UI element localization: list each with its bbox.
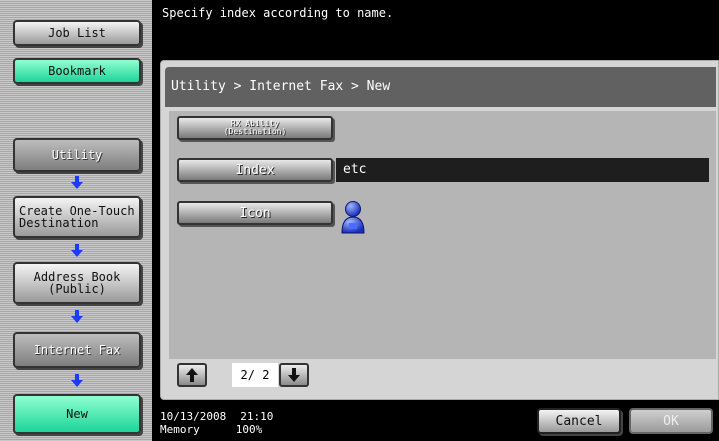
internet-fax-button[interactable]: Internet Fax	[13, 332, 141, 368]
breadcrumb: Utility > Internet Fax > New	[165, 67, 716, 107]
index-value-field: etc	[336, 158, 709, 182]
down-arrow-icon	[71, 244, 83, 257]
ok-label: OK	[663, 413, 679, 429]
cancel-label: Cancel	[555, 413, 603, 429]
down-arrow-icon	[71, 374, 83, 387]
main-panel: Utility > Internet Fax > New RX Ability …	[160, 60, 719, 400]
create-one-touch-label: Create One-Touch Destination	[19, 204, 135, 230]
down-arrow-icon	[288, 368, 300, 382]
icon-label: Icon	[239, 205, 271, 221]
internet-fax-label: Internet Fax	[33, 343, 121, 357]
cancel-button[interactable]: Cancel	[537, 408, 621, 434]
index-label: Index	[235, 162, 275, 178]
page-indicator: 2/ 2	[232, 363, 278, 387]
down-arrow-icon	[71, 310, 83, 323]
job-list-label: Job List	[48, 26, 106, 40]
utility-button[interactable]: Utility	[13, 138, 141, 172]
date-text: 10/13/2008	[160, 410, 227, 423]
page-down-button[interactable]	[279, 363, 309, 387]
status-footer: 10/13/2008 21:10 Memory 100%	[160, 410, 360, 441]
new-button[interactable]: New	[13, 394, 141, 434]
index-button[interactable]: Index	[177, 158, 333, 182]
address-book-public-button[interactable]: Address Book (Public)	[13, 262, 141, 304]
rx-ability-label: RX Ability (Destination)	[223, 119, 287, 136]
time-text: 21:10	[240, 410, 274, 423]
memory-label: Memory	[160, 423, 200, 436]
page-up-button[interactable]	[177, 363, 207, 387]
rx-ability-button[interactable]: RX Ability (Destination)	[177, 116, 333, 140]
new-label: New	[66, 407, 88, 421]
utility-label: Utility	[51, 148, 103, 162]
memory-value: 100%	[235, 423, 263, 436]
person-icon	[341, 201, 365, 234]
icon-button[interactable]: Icon	[177, 201, 333, 225]
address-book-label: Address Book (Public)	[33, 270, 121, 296]
ok-button[interactable]: OK	[629, 408, 713, 434]
create-one-touch-destination-button[interactable]: Create One-Touch Destination	[13, 196, 141, 238]
instruction-message: Specify index according to name.	[162, 6, 394, 20]
form-area: RX Ability (Destination) Index etc Icon	[169, 111, 716, 359]
job-list-button[interactable]: Job List	[13, 20, 141, 46]
bookmark-button[interactable]: Bookmark	[13, 58, 141, 84]
left-panel: Job List Bookmark Utility Create One-Tou…	[0, 0, 152, 441]
up-arrow-icon	[186, 368, 198, 382]
bookmark-label: Bookmark	[48, 64, 106, 78]
down-arrow-icon	[71, 176, 83, 189]
